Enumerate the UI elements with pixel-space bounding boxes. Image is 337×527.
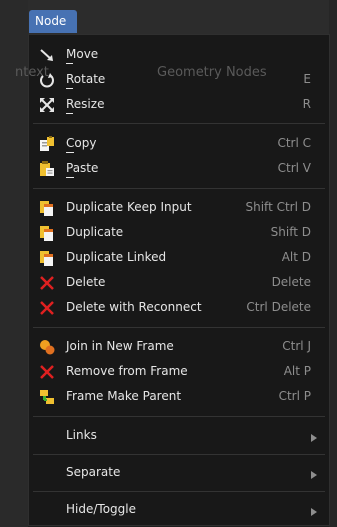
menu-item-move[interactable]: Move xyxy=(29,42,329,68)
menu-item-delete[interactable]: Delete Delete xyxy=(29,270,329,296)
submenu-arrow-icon xyxy=(311,471,317,479)
menu-item-label: Resize xyxy=(66,97,104,114)
menu-item-label: Copy xyxy=(66,136,96,153)
menu-item-shortcut: Ctrl P xyxy=(278,389,311,403)
menu-item-delete-with-reconnect[interactable]: Delete with Reconnect Ctrl Delete xyxy=(29,295,329,321)
delete-x-icon xyxy=(38,363,56,381)
menu-item-label: Delete with Reconnect xyxy=(66,300,202,314)
menu-item-shortcut: Delete xyxy=(271,275,311,289)
menu-item-separate[interactable]: Separate xyxy=(29,460,329,486)
menu-item-label: Links xyxy=(66,428,97,442)
copy-icon xyxy=(38,135,56,153)
background-right-panel xyxy=(329,0,337,527)
resize-icon xyxy=(38,96,56,114)
menu-item-duplicate[interactable]: Duplicate Shift D xyxy=(29,220,329,246)
menu-item-duplicate-linked[interactable]: Duplicate Linked Alt D xyxy=(29,245,329,271)
menu-item-hide-toggle[interactable]: Hide/Toggle xyxy=(29,497,329,523)
menu-item-shortcut: Alt P xyxy=(283,364,311,378)
menu-item-remove-from-frame[interactable]: Remove from Frame Alt P xyxy=(29,359,329,385)
menu-item-label: Hide/Toggle xyxy=(66,502,136,516)
menu-item-shortcut: Ctrl Delete xyxy=(246,300,311,314)
frame-parent-icon xyxy=(38,388,56,406)
menu-separator xyxy=(33,454,325,455)
menu-separator xyxy=(33,123,325,124)
menu-item-shortcut: Ctrl V xyxy=(277,161,311,175)
menu-item-shortcut: R xyxy=(302,97,311,111)
menu-item-label: Remove from Frame xyxy=(66,364,188,378)
menu-item-frame-make-parent[interactable]: Frame Make Parent Ctrl P xyxy=(29,384,329,410)
menu-item-shortcut: E xyxy=(303,72,311,86)
menu-item-resize[interactable]: Resize R xyxy=(29,92,329,118)
menu-item-label: Move xyxy=(66,47,98,64)
delete-x-icon xyxy=(38,274,56,292)
delete-x-icon xyxy=(38,299,56,317)
submenu-arrow-icon xyxy=(311,434,317,442)
menu-item-label: Duplicate Linked xyxy=(66,250,167,264)
menu-item-rotate[interactable]: Rotate E xyxy=(29,67,329,93)
menu-separator xyxy=(33,188,325,189)
menu-item-label: Separate xyxy=(66,465,121,479)
menu-item-label: Duplicate xyxy=(66,225,124,239)
menu-item-links[interactable]: Links xyxy=(29,423,329,449)
move-icon xyxy=(38,46,56,64)
paste-icon xyxy=(38,160,56,178)
menu-separator xyxy=(33,491,325,492)
node-menu-tab[interactable]: Node xyxy=(29,10,77,33)
menu-item-shortcut: Shift D xyxy=(270,225,311,239)
rotate-icon xyxy=(38,71,56,89)
menu-separator xyxy=(33,416,325,417)
menu-separator xyxy=(33,327,325,328)
menu-item-label: Paste xyxy=(66,161,98,178)
menu-item-label: Frame Make Parent xyxy=(66,389,182,403)
menu-item-label: Join in New Frame xyxy=(66,339,174,353)
menu-item-shortcut: Ctrl C xyxy=(277,136,311,150)
submenu-arrow-icon xyxy=(311,508,317,516)
duplicate-icon xyxy=(38,199,56,217)
duplicate-icon xyxy=(38,224,56,242)
join-frame-icon xyxy=(38,338,56,356)
node-menu-dropdown: ntext Geometry Nodes Move Rotate E Resiz… xyxy=(15,34,330,526)
menu-item-label: Rotate xyxy=(66,72,105,89)
menu-item-shortcut: Ctrl J xyxy=(282,339,311,353)
menu-item-join-in-new-frame[interactable]: Join in New Frame Ctrl J xyxy=(29,334,329,360)
menu-item-paste[interactable]: Paste Ctrl V xyxy=(29,156,329,182)
duplicate-icon xyxy=(38,249,56,267)
menu-item-shortcut: Alt D xyxy=(281,250,311,264)
menu-item-shortcut: Shift Ctrl D xyxy=(245,200,312,214)
menu-item-duplicate-keep-input[interactable]: Duplicate Keep Input Shift Ctrl D xyxy=(29,195,329,221)
menu-item-label: Duplicate Keep Input xyxy=(66,200,192,214)
menu-item-label: Delete xyxy=(66,275,106,289)
menu-item-copy[interactable]: Copy Ctrl C xyxy=(29,131,329,157)
background-left-panel xyxy=(0,0,28,527)
